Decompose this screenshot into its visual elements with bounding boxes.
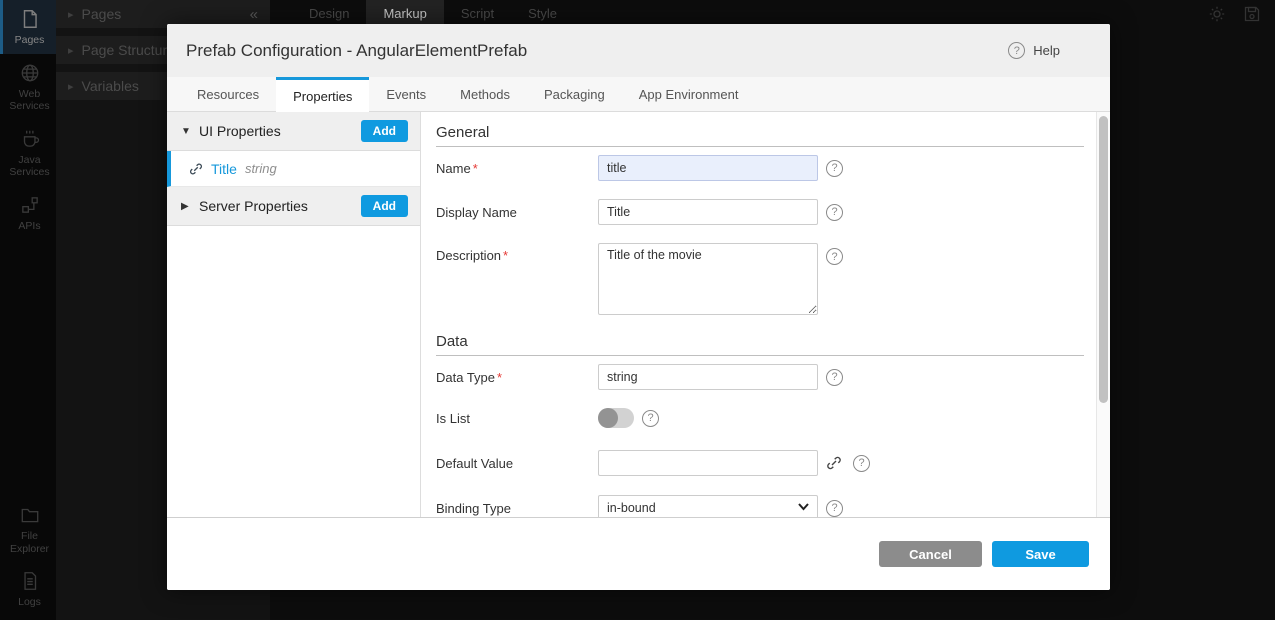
expand-arrow-icon[interactable]: ▸ <box>68 44 74 57</box>
field-help-icon[interactable]: ? <box>826 248 843 265</box>
tab-events[interactable]: Events <box>369 77 443 111</box>
sidebar-item-apis[interactable]: APIs <box>0 186 56 240</box>
expand-arrow-icon[interactable]: ▸ <box>68 80 74 93</box>
caret-down-icon[interactable]: ▼ <box>181 126 199 137</box>
toggle-knob <box>598 408 618 428</box>
sidebar-spacer <box>0 240 56 497</box>
panel-item-label: Pages <box>82 6 250 22</box>
field-row-name: Name* ? <box>436 155 1096 181</box>
dialog-header: Prefab Configuration - AngularElementPre… <box>167 24 1110 77</box>
is-list-toggle[interactable] <box>598 408 634 428</box>
pages-icon <box>19 8 41 30</box>
field-row-description: Description* Title of the movie ? <box>436 243 1096 315</box>
field-label: Is List <box>436 411 598 426</box>
field-label: Data Type* <box>436 370 598 385</box>
name-input[interactable] <box>598 155 818 181</box>
group-ui-properties[interactable]: ▼ UI Properties Add <box>167 112 420 151</box>
sidebar-item-logs[interactable]: Logs <box>0 562 56 616</box>
tab-app-environment[interactable]: App Environment <box>622 77 756 111</box>
required-marker: * <box>503 248 508 263</box>
java-services-icon <box>19 128 41 150</box>
field-help-icon[interactable]: ? <box>642 410 659 427</box>
sidebar-item-label: APIs <box>18 220 40 233</box>
required-marker: * <box>497 370 502 385</box>
sidebar-item-label: Java Services <box>5 154 54 179</box>
field-label: Description* <box>436 243 598 263</box>
field-help-icon[interactable]: ? <box>826 500 843 517</box>
properties-tree: ▼ UI Properties Add Title string ▶ Serve… <box>167 112 421 517</box>
dialog-title: Prefab Configuration - AngularElementPre… <box>186 41 527 61</box>
apis-icon <box>19 194 41 216</box>
bind-link-icon <box>189 162 203 176</box>
group-server-properties[interactable]: ▶ Server Properties Add <box>167 187 420 226</box>
tab-design[interactable]: Design <box>292 0 366 27</box>
bind-variable-icon[interactable] <box>826 455 842 471</box>
cancel-button[interactable]: Cancel <box>879 541 982 567</box>
sidebar-item-label: Logs <box>18 596 41 609</box>
field-label: Default Value <box>436 456 598 471</box>
tab-style[interactable]: Style <box>511 0 574 27</box>
sidebar-item-pages[interactable]: Pages <box>0 0 56 54</box>
sidebar-item-java-services[interactable]: Java Services <box>0 120 56 186</box>
caret-right-icon[interactable]: ▶ <box>181 201 199 212</box>
default-value-input[interactable] <box>598 450 818 476</box>
tab-properties[interactable]: Properties <box>276 77 369 112</box>
field-help-icon[interactable]: ? <box>853 455 870 472</box>
prefab-configuration-dialog: Prefab Configuration - AngularElementPre… <box>167 24 1110 590</box>
display-name-input[interactable] <box>598 199 818 225</box>
field-label: Name* <box>436 161 598 176</box>
property-form-area: General Name* ? Display Name ? Descripti… <box>421 112 1110 517</box>
field-help-icon[interactable]: ? <box>826 369 843 386</box>
scrollbar-thumb[interactable] <box>1099 116 1108 403</box>
web-services-icon <box>19 62 41 84</box>
tab-script[interactable]: Script <box>444 0 511 27</box>
property-type: string <box>245 161 277 176</box>
save-button[interactable]: Save <box>992 541 1089 567</box>
group-label: Server Properties <box>199 198 361 214</box>
sidebar-item-web-services[interactable]: Web Services <box>0 54 56 120</box>
binding-type-select[interactable]: in-bound <box>598 495 818 517</box>
sidebar-item-file-explorer[interactable]: File Explorer <box>0 496 56 562</box>
field-row-display-name: Display Name ? <box>436 199 1096 225</box>
activity-sidebar: Pages Web Services Java Services APIs Fi… <box>0 0 56 620</box>
expand-arrow-icon[interactable]: ▸ <box>68 8 74 21</box>
field-row-binding-type: Binding Type in-bound ? <box>436 495 1096 517</box>
group-label: UI Properties <box>199 123 361 139</box>
sidebar-item-label: Pages <box>15 34 45 47</box>
data-type-input[interactable] <box>598 364 818 390</box>
add-server-property-button[interactable]: Add <box>361 195 408 217</box>
section-title-data: Data <box>436 333 1084 356</box>
help-button[interactable]: ? Help <box>1008 42 1060 59</box>
sidebar-item-label: Web Services <box>5 88 54 113</box>
property-item-title[interactable]: Title string <box>167 151 420 187</box>
tab-packaging[interactable]: Packaging <box>527 77 622 111</box>
collapse-panel-icon[interactable]: « <box>250 6 258 23</box>
tab-resources[interactable]: Resources <box>180 77 276 111</box>
field-row-data-type: Data Type* ? <box>436 364 1096 390</box>
tab-methods[interactable]: Methods <box>443 77 527 111</box>
field-row-default-value: Default Value ? <box>436 450 1096 476</box>
tab-markup[interactable]: Markup <box>366 0 443 27</box>
required-marker: * <box>473 161 478 176</box>
settings-gear-icon[interactable] <box>1207 4 1227 24</box>
dialog-tab-bar: Resources Properties Events Methods Pack… <box>167 77 1110 112</box>
file-explorer-icon <box>19 504 41 526</box>
save-file-icon[interactable] <box>1242 4 1262 24</box>
sidebar-item-label: File Explorer <box>5 530 54 555</box>
scrollbar-track[interactable] <box>1096 112 1110 517</box>
logs-icon <box>19 570 41 592</box>
field-label: Binding Type <box>436 501 598 516</box>
help-question-icon: ? <box>1008 42 1025 59</box>
field-label: Display Name <box>436 205 598 220</box>
field-help-icon[interactable]: ? <box>826 160 843 177</box>
description-textarea[interactable]: Title of the movie <box>598 243 818 315</box>
section-title-general: General <box>436 124 1084 147</box>
help-label: Help <box>1033 43 1060 58</box>
property-name: Title <box>211 161 237 177</box>
field-help-icon[interactable]: ? <box>826 204 843 221</box>
add-ui-property-button[interactable]: Add <box>361 120 408 142</box>
editor-topbar: Design Markup Script Style <box>270 0 1275 27</box>
field-row-is-list: Is List ? <box>436 408 1096 428</box>
dialog-footer: Cancel Save <box>167 518 1110 590</box>
